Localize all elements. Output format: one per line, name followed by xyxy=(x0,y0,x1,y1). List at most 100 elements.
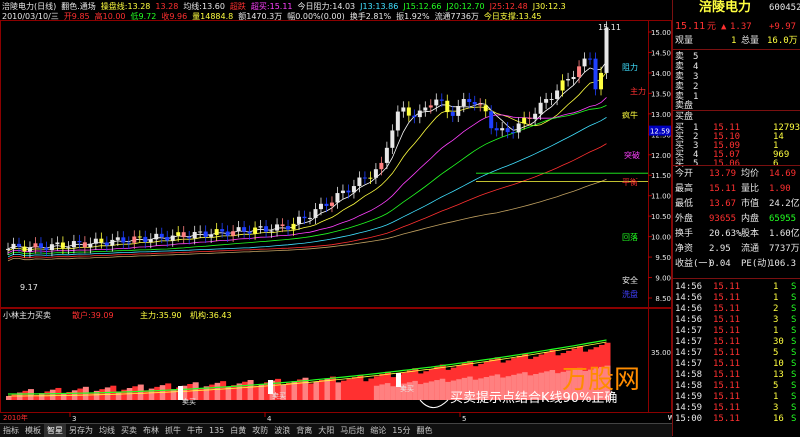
stat-label: 市值 xyxy=(741,199,760,209)
indicator-bar xyxy=(428,381,435,400)
time-axis-label: 5 xyxy=(462,415,466,423)
watermark-logo: 万股网 xyxy=(562,365,640,395)
candle-body xyxy=(582,58,587,67)
tab-14[interactable]: 大阳 xyxy=(315,424,337,437)
candle-body xyxy=(110,239,115,246)
tick-volume: 16 xyxy=(773,414,784,424)
candle-body xyxy=(346,190,351,193)
indicator-bar xyxy=(351,377,358,400)
tab-12[interactable]: 波浪 xyxy=(271,424,293,437)
stat-label: 内盘 xyxy=(741,214,760,224)
candle-body xyxy=(571,77,576,80)
candle-body xyxy=(214,229,219,235)
tab-5[interactable]: 买卖 xyxy=(118,424,140,437)
indicator-bar xyxy=(242,381,249,400)
candle-body xyxy=(209,234,214,237)
annotation-label: 阻力 xyxy=(622,62,638,72)
candle-body xyxy=(604,27,609,73)
tab-7[interactable]: 抓牛 xyxy=(162,424,184,437)
stat-label: 最低 xyxy=(675,199,694,209)
candle-body xyxy=(313,209,318,218)
candle-body xyxy=(560,80,565,91)
candle-body xyxy=(165,236,170,241)
indicator-bar xyxy=(318,380,325,400)
candle-body xyxy=(428,105,433,108)
tab-18[interactable]: 翻色 xyxy=(413,424,435,437)
candle-body xyxy=(390,130,395,148)
indicator-bar xyxy=(324,378,331,400)
candle-body xyxy=(527,117,532,119)
main-force-label: 主力:35.90 xyxy=(140,310,182,320)
tab-4[interactable]: 均线 xyxy=(96,424,118,437)
candle-body xyxy=(115,237,120,240)
stat-label: 最高 xyxy=(675,184,694,194)
candle-body xyxy=(148,239,153,243)
indicator-bar xyxy=(286,382,293,400)
candle-body xyxy=(500,128,505,131)
tab-9[interactable]: 135 xyxy=(206,424,227,437)
candle-body xyxy=(335,193,340,203)
main-frame xyxy=(0,20,672,308)
price-axis-label: 12.00 xyxy=(651,152,671,160)
candle-body xyxy=(544,99,549,103)
candle-body xyxy=(472,102,477,105)
annotation-label: 15.11 xyxy=(598,23,621,32)
indicator-bar xyxy=(220,381,227,400)
candle-body xyxy=(379,162,384,170)
candle-body xyxy=(467,99,472,103)
tab-3[interactable]: 另存为 xyxy=(66,424,96,437)
annotation-label: 安全 xyxy=(622,275,638,285)
indicator-bar xyxy=(121,389,128,400)
indicator-bar xyxy=(373,385,380,400)
tab-2[interactable]: 智星 xyxy=(44,424,66,437)
stat-value: 2.95 xyxy=(709,244,731,254)
tab-0[interactable]: 指标 xyxy=(0,424,22,437)
candle-body xyxy=(225,231,230,236)
tab-11[interactable]: 攻防 xyxy=(249,424,271,437)
tab-16[interactable]: 缩论 xyxy=(367,424,389,437)
annotation-label: 洗盘 xyxy=(622,289,638,299)
stat-value: 14.69 xyxy=(769,169,797,179)
price-axis-label: 10.50 xyxy=(651,213,671,221)
price-axis-label: 14.00 xyxy=(651,70,671,78)
candle-body xyxy=(143,236,148,243)
tab-10[interactable]: 白黄 xyxy=(227,424,249,437)
price-axis-label: 15.00 xyxy=(651,29,671,37)
annotation-label: 9.17 xyxy=(20,283,38,292)
institution-label: 机构:36.43 xyxy=(190,310,232,320)
candle-body xyxy=(362,177,367,179)
tab-13[interactable]: 背离 xyxy=(293,424,315,437)
candle-body xyxy=(483,105,488,112)
indicator-tab-bar: 指标 模板 智星 另存为 均线 买卖 布林 抓牛 牛市 135 白黄 攻防 波浪 背离 大阳 马后炮 缩论 15分… xyxy=(0,423,672,437)
candle-body xyxy=(104,242,109,246)
candle-body xyxy=(60,242,65,248)
candle-body xyxy=(434,99,439,106)
annotation-label: 突破 xyxy=(624,150,640,160)
indicator-bar xyxy=(439,378,446,400)
tab-15[interactable]: 马后炮 xyxy=(337,424,367,437)
candle-body xyxy=(406,107,411,116)
kline-chart[interactable]: 15.0014.5014.0013.5013.0012.5012.0011.50… xyxy=(0,0,672,423)
candle-body xyxy=(368,177,373,179)
candle-body xyxy=(555,90,560,99)
chart-area[interactable]: 涪陵电力(日线) 翻色.通场 操盘线:13.28 13.28 均线:13.60 超跌 超买:… xyxy=(0,0,672,436)
indicator-bar xyxy=(379,384,386,400)
candle-body xyxy=(6,248,10,250)
candle-body xyxy=(577,66,582,78)
stat-label: 流通 xyxy=(741,244,760,254)
retail-label: 散户:39.09 xyxy=(72,310,114,320)
indicator-bar xyxy=(170,389,177,400)
tab-6[interactable]: 布林 xyxy=(140,424,162,437)
stat-label: 均价 xyxy=(741,169,760,179)
annotation-label: 回落 xyxy=(622,232,638,242)
candle-body xyxy=(599,72,604,90)
tick-price: 15.11 xyxy=(713,414,741,424)
candle-body xyxy=(412,115,417,118)
tab-17[interactable]: 15分 xyxy=(389,424,413,437)
tab-8[interactable]: 牛市 xyxy=(184,424,206,437)
candle-body xyxy=(82,242,87,248)
tab-1[interactable]: 模板 xyxy=(22,424,44,437)
indicator-bar xyxy=(27,389,34,400)
tick-side: S xyxy=(791,414,797,424)
buy-sell-mark: 卖买 xyxy=(400,385,414,393)
